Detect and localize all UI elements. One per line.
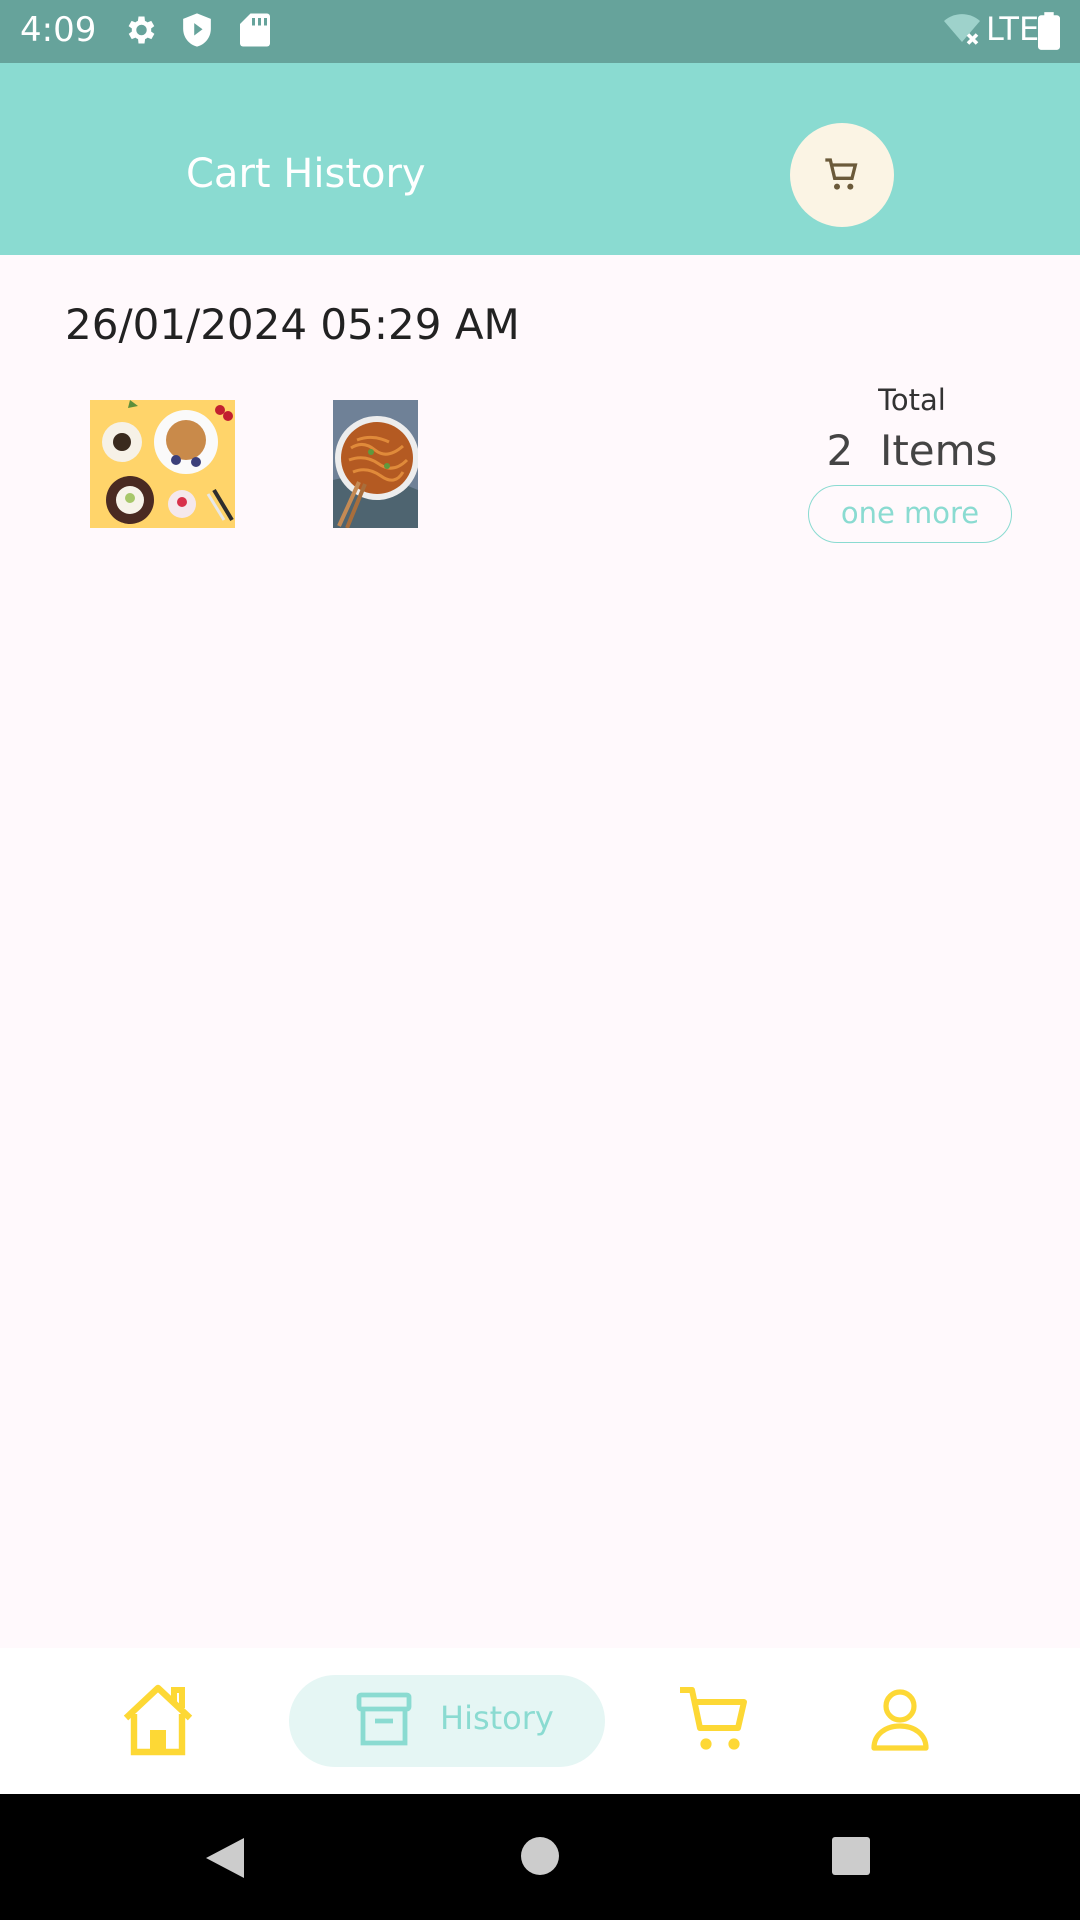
status-bar: 4:09 LTE <box>0 0 1080 63</box>
settings-icon <box>122 12 158 52</box>
person-icon <box>871 1689 929 1751</box>
app-bar: Cart History <box>0 63 1080 255</box>
sd-card-icon <box>240 12 270 52</box>
bottom-nav: History <box>0 1648 1080 1794</box>
cart-icon <box>825 158 858 190</box>
nav-profile[interactable] <box>870 1688 930 1752</box>
noodles-thumbnail <box>333 400 418 528</box>
system-nav-bar <box>0 1794 1080 1920</box>
home-circle-icon[interactable] <box>520 1836 560 1876</box>
item-count: 2 Items <box>826 426 998 475</box>
cart-button[interactable] <box>790 123 894 227</box>
status-time: 4:09 <box>20 10 97 50</box>
one-more-button[interactable]: one more <box>808 485 1012 543</box>
network-type: LTE <box>986 10 1040 48</box>
order-date: 26/01/2024 05:29 AM <box>65 300 520 349</box>
back-icon[interactable] <box>204 1836 246 1880</box>
archive-icon <box>356 1692 412 1746</box>
nav-history[interactable]: History <box>289 1675 605 1767</box>
nav-cart[interactable] <box>678 1684 750 1756</box>
wifi-off-icon <box>942 12 982 52</box>
total-label: Total <box>878 383 946 417</box>
recents-icon[interactable] <box>831 1836 871 1876</box>
nav-history-label: History <box>440 1699 554 1737</box>
dessert-thumbnail <box>90 400 235 528</box>
cart-icon <box>680 1687 747 1750</box>
home-icon <box>123 1684 193 1756</box>
nav-home[interactable] <box>118 1682 198 1758</box>
shield-icon <box>180 12 214 52</box>
page-title: Cart History <box>186 151 426 197</box>
battery-icon <box>1038 12 1060 54</box>
